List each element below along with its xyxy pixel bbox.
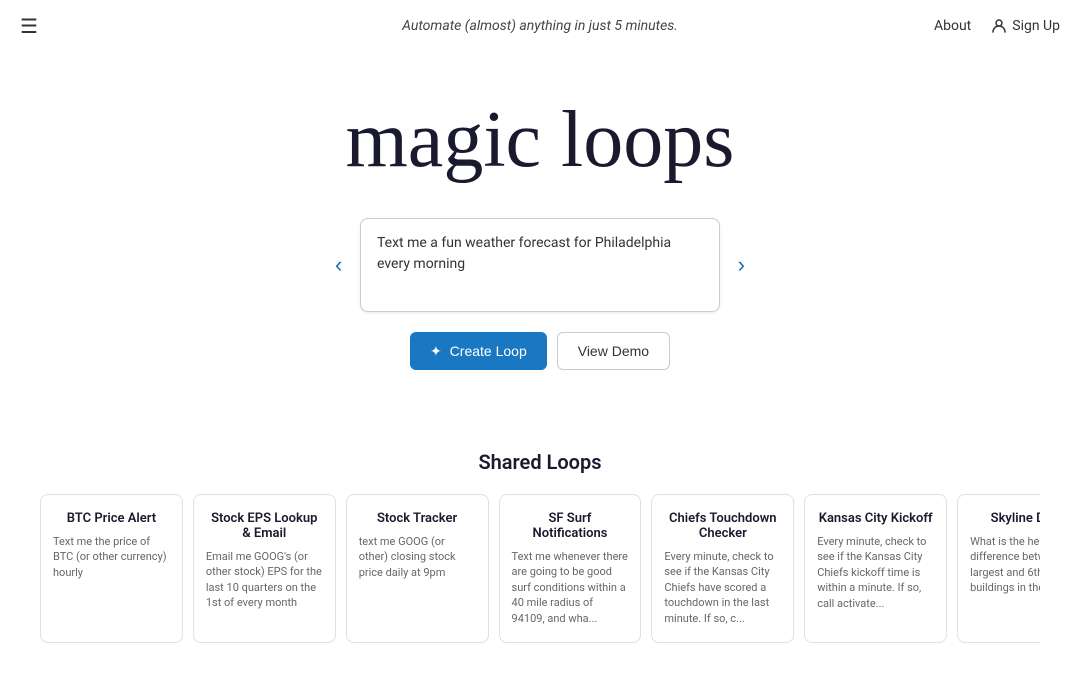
loop-card-desc: Every minute, check to see if the Kansas…: [664, 549, 781, 626]
prompt-input-wrapper: [360, 218, 720, 312]
logo-title: magic loops: [346, 92, 735, 188]
header-tagline: Automate (almost) anything in just 5 min…: [402, 18, 678, 34]
loop-card[interactable]: Skyline Delta What is the height differe…: [957, 494, 1040, 643]
signup-label: Sign Up: [1012, 18, 1060, 34]
loop-card[interactable]: Kansas City Kickoff Every minute, check …: [804, 494, 947, 643]
loop-card[interactable]: BTC Price Alert Text me the price of BTC…: [40, 494, 183, 643]
hamburger-icon: ☰: [20, 14, 38, 38]
loop-card[interactable]: SF Surf Notifications Text me whenever t…: [499, 494, 642, 643]
shared-loops-title: Shared Loops: [40, 450, 1040, 474]
loop-card-title: Stock EPS Lookup & Email: [206, 511, 323, 541]
prompt-input[interactable]: [377, 233, 703, 293]
hero-section: magic loops ‹ › ✦ Create Loop View Demo: [0, 52, 1080, 430]
loop-card-desc: Text me the price of BTC (or other curre…: [53, 534, 170, 580]
loop-card[interactable]: Stock EPS Lookup & Email Email me GOOG's…: [193, 494, 336, 643]
user-icon: [991, 18, 1007, 34]
loop-card-title: BTC Price Alert: [53, 511, 170, 526]
prev-arrow-button[interactable]: ‹: [330, 247, 347, 283]
loop-card-title: SF Surf Notifications: [512, 511, 629, 541]
loops-grid: BTC Price Alert Text me the price of BTC…: [40, 494, 1040, 643]
shared-loops-section: Shared Loops BTC Price Alert Text me the…: [0, 430, 1080, 683]
create-loop-label: Create Loop: [450, 343, 527, 359]
wand-icon: ✦: [430, 343, 442, 360]
loop-card-title: Chiefs Touchdown Checker: [664, 511, 781, 541]
loop-card-desc: What is the height difference between th…: [970, 534, 1040, 596]
loop-card-desc: Every minute, check to see if the Kansas…: [817, 534, 934, 611]
tagline-text: Automate (almost) anything in just 5 min…: [402, 18, 678, 34]
view-demo-button[interactable]: View Demo: [557, 332, 670, 370]
action-buttons: ✦ Create Loop View Demo: [410, 332, 670, 370]
hamburger-menu[interactable]: ☰: [20, 14, 38, 38]
loop-card-title: Stock Tracker: [359, 511, 476, 526]
prompt-container: ‹ ›: [360, 218, 720, 312]
signup-link[interactable]: Sign Up: [991, 18, 1060, 34]
loop-card-title: Skyline Delta: [970, 511, 1040, 526]
loop-card-desc: Email me GOOG's (or other stock) EPS for…: [206, 549, 323, 611]
loop-card-desc: text me GOOG (or other) closing stock pr…: [359, 534, 476, 580]
next-arrow-button[interactable]: ›: [733, 247, 750, 283]
header-nav: About Sign Up: [934, 18, 1060, 34]
loop-card-desc: Text me whenever there are going to be g…: [512, 549, 629, 626]
loop-card-title: Kansas City Kickoff: [817, 511, 934, 526]
create-loop-button[interactable]: ✦ Create Loop: [410, 332, 547, 370]
loop-card[interactable]: Chiefs Touchdown Checker Every minute, c…: [651, 494, 794, 643]
about-link[interactable]: About: [934, 18, 971, 34]
loop-card[interactable]: Stock Tracker text me GOOG (or other) cl…: [346, 494, 489, 643]
